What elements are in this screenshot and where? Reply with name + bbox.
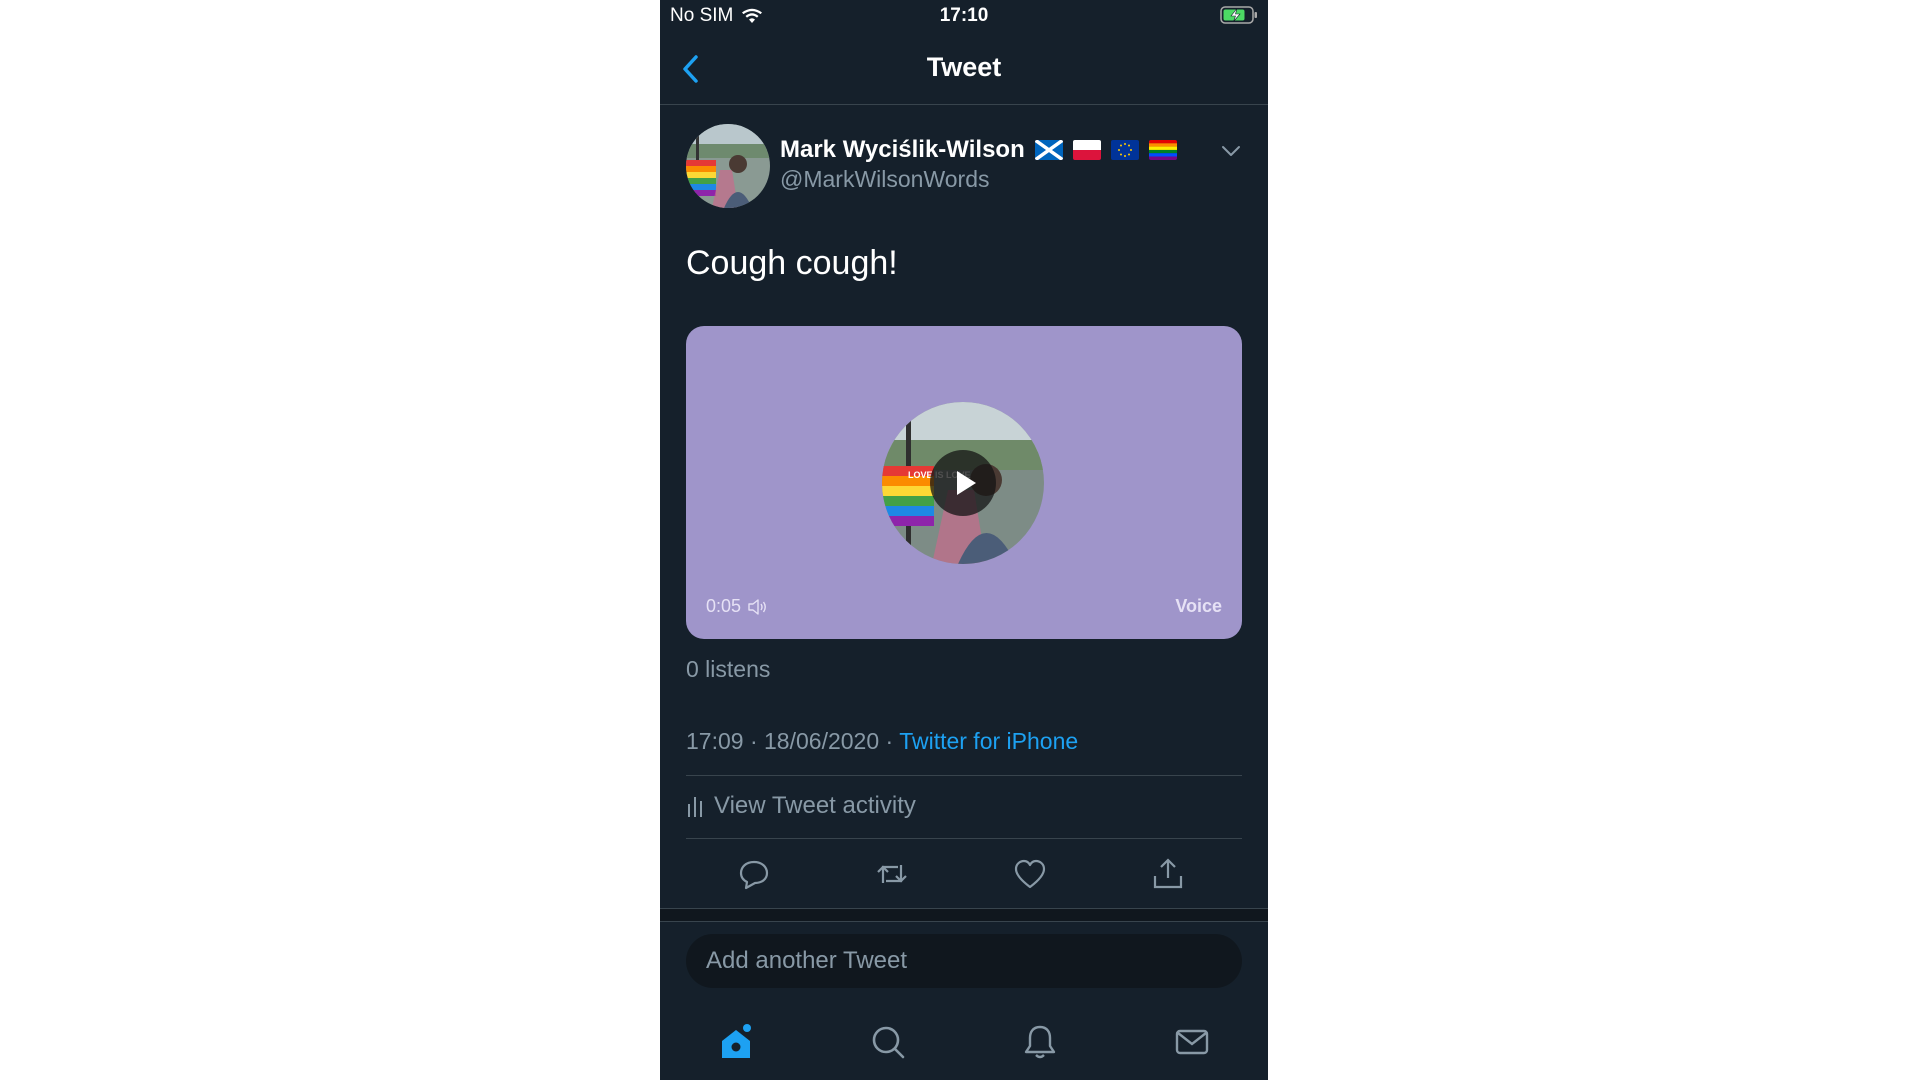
meta-separator: · bbox=[749, 728, 758, 754]
reply-icon[interactable] bbox=[736, 856, 772, 892]
battery-charging-icon bbox=[1220, 6, 1257, 24]
add-another-tweet-input[interactable] bbox=[686, 934, 1242, 988]
messages-icon[interactable] bbox=[1172, 1022, 1212, 1062]
avatar[interactable] bbox=[686, 124, 770, 208]
tweet-meta: 17:09 · 18/06/2020 · Twitter for iPhone bbox=[686, 728, 1078, 755]
voice-media-card[interactable]: LOVE IS LOVE 0:05 Voice bbox=[686, 326, 1242, 639]
speaker-icon[interactable] bbox=[747, 598, 769, 616]
media-duration-row: 0:05 bbox=[706, 596, 769, 617]
tab-bar bbox=[660, 1010, 1268, 1080]
search-icon[interactable] bbox=[868, 1022, 908, 1062]
scotland-flag-icon bbox=[1034, 140, 1063, 160]
like-icon[interactable] bbox=[1012, 856, 1048, 892]
add-another-tweet-field[interactable] bbox=[686, 934, 1242, 988]
notifications-icon[interactable] bbox=[1020, 1022, 1060, 1062]
page-title: Tweet bbox=[926, 52, 1002, 82]
divider bbox=[686, 838, 1242, 839]
retweet-icon[interactable] bbox=[874, 856, 910, 892]
author-handle[interactable]: @MarkWilsonWords bbox=[780, 166, 990, 193]
tweet-text: Cough cough! bbox=[686, 244, 898, 282]
author-name-row[interactable]: Mark Wyciślik-Wilson bbox=[780, 136, 1177, 164]
play-button[interactable] bbox=[930, 450, 996, 516]
meta-separator: · bbox=[885, 728, 894, 754]
view-tweet-activity[interactable]: View Tweet activity bbox=[686, 792, 916, 820]
status-bar: No SIM 17:10 bbox=[660, 0, 1268, 34]
tweet-source-link[interactable]: Twitter for iPhone bbox=[899, 728, 1078, 754]
status-time: 17:10 bbox=[939, 5, 989, 26]
phone-screen: No SIM 17:10 Tweet Mark Wyciślik-Wilson … bbox=[660, 0, 1268, 1080]
analytics-icon bbox=[688, 797, 702, 817]
view-tweet-activity-label: View Tweet activity bbox=[714, 792, 916, 819]
divider bbox=[686, 775, 1242, 776]
media-duration: 0:05 bbox=[706, 596, 742, 616]
eu-flag-icon bbox=[1110, 140, 1139, 160]
share-icon[interactable] bbox=[1150, 856, 1186, 892]
home-icon[interactable] bbox=[716, 1022, 756, 1062]
avatar-image bbox=[686, 124, 770, 208]
tweet-time: 17:09 bbox=[686, 728, 744, 754]
media-type-label: Voice bbox=[1175, 596, 1222, 616]
navigation-bar: Tweet bbox=[660, 34, 1268, 105]
chevron-down-icon[interactable] bbox=[1220, 140, 1242, 162]
play-icon bbox=[957, 471, 976, 495]
poland-flag-icon bbox=[1072, 140, 1101, 160]
tweet-date: 18/06/2020 bbox=[764, 728, 880, 754]
listens-count: 0 listens bbox=[686, 656, 771, 682]
rainbow-flag-icon bbox=[1148, 140, 1177, 160]
author-name[interactable]: Mark Wyciślik-Wilson bbox=[780, 136, 1025, 164]
section-divider bbox=[660, 908, 1268, 922]
